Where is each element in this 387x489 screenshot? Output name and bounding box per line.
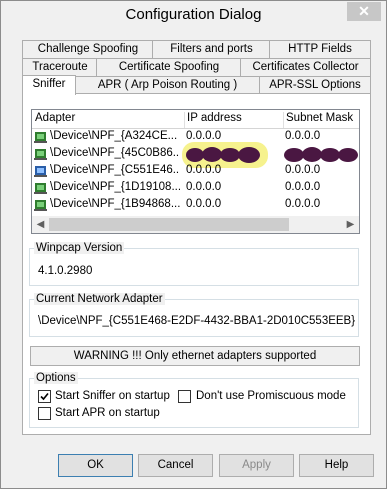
current-adapter-label: Current Network Adapter bbox=[34, 293, 165, 305]
redaction-mark bbox=[338, 148, 358, 162]
adapter-row-current[interactable]: \Device\NPF_{C551E46... 0.0.0.0 0.0.0.0 bbox=[32, 163, 359, 180]
options-label: Options bbox=[34, 372, 78, 384]
start-sniffer-checkbox[interactable] bbox=[38, 390, 51, 403]
adapter-ip: 0.0.0.0 bbox=[186, 164, 222, 176]
tab-http-fields[interactable]: HTTP Fields bbox=[269, 40, 371, 58]
tab-certificates-collector[interactable]: Certificates Collector bbox=[240, 58, 371, 76]
no-promiscuous-label[interactable]: Don't use Promiscuous mode bbox=[196, 390, 346, 402]
help-button[interactable]: Help bbox=[299, 454, 374, 477]
network-card-icon bbox=[34, 183, 47, 194]
column-adapter[interactable]: Adapter bbox=[32, 112, 185, 128]
tab-apr[interactable]: APR ( Arp Poison Routing ) bbox=[74, 76, 261, 94]
adapter-row[interactable]: \Device\NPF_{1B94868... 0.0.0.0 0.0.0.0 bbox=[32, 197, 359, 214]
winpcap-version: 4.1.0.2980 bbox=[38, 265, 93, 277]
adapter-mask: 0.0.0.0 bbox=[285, 181, 321, 193]
scrollbar-thumb[interactable] bbox=[49, 218, 289, 231]
adapter-list[interactable]: Adapter IP address Subnet Mask \Device\N… bbox=[31, 109, 360, 234]
title-bar[interactable]: Configuration Dialog ✕ bbox=[1, 1, 386, 31]
close-button[interactable]: ✕ bbox=[347, 2, 381, 21]
horizontal-scrollbar[interactable]: ◀ ▶ bbox=[32, 216, 359, 233]
scroll-right-icon[interactable]: ▶ bbox=[343, 217, 358, 232]
adapter-name: \Device\NPF_{C551E46... bbox=[50, 164, 180, 176]
redaction-mark bbox=[284, 148, 304, 162]
tab-sniffer[interactable]: Sniffer bbox=[22, 75, 76, 95]
adapter-row[interactable]: \Device\NPF_{1D19108... 0.0.0.0 0.0.0.0 bbox=[32, 180, 359, 197]
adapter-name: \Device\NPF_{A324CE... bbox=[50, 130, 178, 142]
network-card-icon bbox=[34, 149, 47, 160]
tab-traceroute[interactable]: Traceroute bbox=[22, 58, 98, 76]
adapter-list-header: Adapter IP address Subnet Mask bbox=[32, 110, 359, 129]
tab-filters-and-ports[interactable]: Filters and ports bbox=[152, 40, 271, 58]
checkmark-icon bbox=[40, 392, 49, 401]
cancel-button[interactable]: Cancel bbox=[138, 454, 213, 477]
redaction-mark bbox=[320, 148, 340, 162]
adapter-mask: 0.0.0.0 bbox=[285, 198, 321, 210]
options-group bbox=[29, 378, 359, 428]
adapter-name: \Device\NPF_{1B94868... bbox=[50, 198, 180, 210]
network-card-selected-icon bbox=[34, 166, 47, 177]
network-card-icon bbox=[34, 132, 47, 143]
adapter-row-redacted[interactable]: \Device\NPF_{45C0B86... bbox=[32, 142, 359, 168]
window-title: Configuration Dialog bbox=[125, 6, 262, 23]
configuration-dialog-window: Configuration Dialog ✕ Challenge Spoofin… bbox=[0, 0, 387, 489]
adapter-name: \Device\NPF_{45C0B86... bbox=[50, 147, 180, 159]
tab-certificate-spoofing[interactable]: Certificate Spoofing bbox=[96, 58, 242, 76]
redaction-mark bbox=[302, 147, 322, 162]
no-promiscuous-checkbox[interactable] bbox=[178, 390, 191, 403]
redaction-mark bbox=[202, 147, 222, 162]
tab-apr-ssl-options[interactable]: APR-SSL Options bbox=[259, 76, 371, 94]
adapter-ip: 0.0.0.0 bbox=[186, 198, 222, 210]
adapter-mask: 0.0.0.0 bbox=[285, 164, 321, 176]
adapter-ip: 0.0.0.0 bbox=[186, 181, 222, 193]
adapter-ip: 0.0.0.0 bbox=[186, 130, 222, 142]
tab-challenge-spoofing[interactable]: Challenge Spoofing bbox=[22, 40, 154, 58]
redaction-mark bbox=[238, 147, 260, 163]
current-adapter-value: \Device\NPF_{C551E468-E2DF-4432-BBA1-2D0… bbox=[38, 315, 356, 327]
adapter-mask: 0.0.0.0 bbox=[285, 130, 321, 142]
redaction-mark bbox=[220, 148, 240, 162]
start-sniffer-label[interactable]: Start Sniffer on startup bbox=[55, 390, 170, 402]
scroll-left-icon[interactable]: ◀ bbox=[33, 217, 48, 232]
winpcap-label: Winpcap Version bbox=[34, 242, 125, 254]
warning-banner: WARNING !!! Only ethernet adapters suppo… bbox=[30, 346, 360, 366]
ok-button[interactable]: OK bbox=[58, 454, 133, 477]
column-ip-address[interactable]: IP address bbox=[184, 112, 284, 128]
network-card-icon bbox=[34, 200, 47, 211]
apply-button[interactable]: Apply bbox=[219, 454, 294, 477]
start-apr-label[interactable]: Start APR on startup bbox=[55, 407, 160, 419]
adapter-name: \Device\NPF_{1D19108... bbox=[50, 181, 180, 193]
column-subnet-mask[interactable]: Subnet Mask bbox=[283, 112, 359, 128]
start-apr-checkbox[interactable] bbox=[38, 407, 51, 420]
